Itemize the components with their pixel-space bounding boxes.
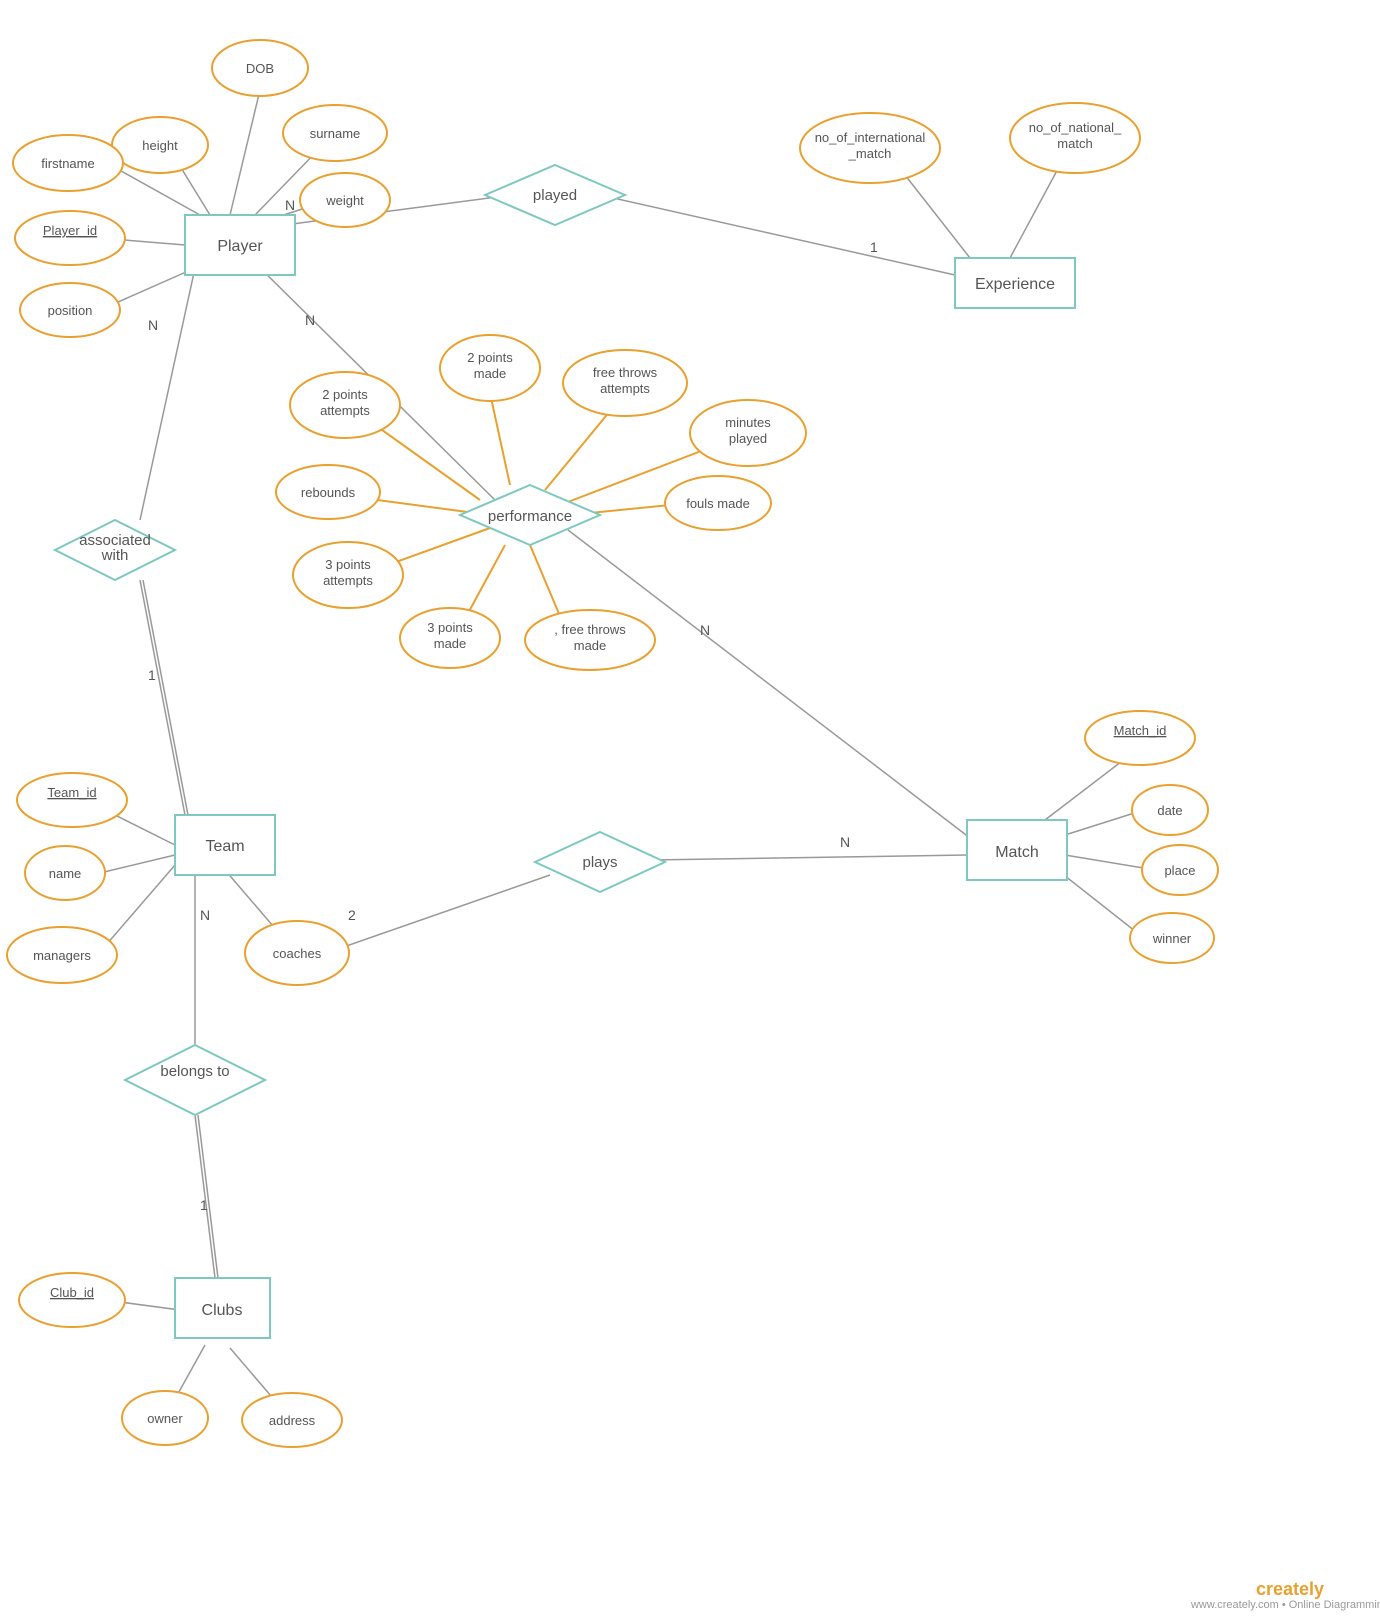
attr-ft-made-label2: made [574, 638, 607, 653]
attr-natl-match-label2: match [1057, 136, 1092, 151]
attr-club-id-label: Club_id [50, 1285, 94, 1300]
entity-match-label: Match [995, 844, 1039, 861]
attr-2pts-made-label: 2 points [467, 350, 513, 365]
attr-fouls-label: fouls made [686, 496, 750, 511]
cardinality-n-belongs: N [200, 907, 210, 923]
attr-player-id [15, 211, 125, 265]
cardinality-1-assoc: 1 [148, 667, 156, 683]
attr-winner-label: winner [1152, 931, 1192, 946]
attr-2pts-made-label2: made [474, 366, 507, 381]
relation-performance-label: performance [488, 508, 572, 525]
attr-place-label: place [1164, 863, 1195, 878]
attr-owner-label: owner [147, 1411, 183, 1426]
attr-height-label: height [142, 138, 178, 153]
relation-associated-label2: with [101, 547, 129, 564]
watermark-creately: creately [1256, 1579, 1324, 1599]
attr-coaches-label: coaches [273, 946, 322, 961]
cardinality-1-belongs: 1 [200, 1197, 208, 1213]
attr-2pts-attempts-label: 2 points [322, 387, 368, 402]
attr-min-played-label2: played [729, 431, 767, 446]
attr-3pts-made-label: 3 points [427, 620, 473, 635]
attr-match-id-label: Match_id [1114, 723, 1167, 738]
attr-3pts-made-label2: made [434, 636, 467, 651]
attr-position-label: position [48, 303, 93, 318]
cardinality-n-assoc: N [148, 317, 158, 333]
cardinality-n-perf: N [305, 312, 315, 328]
cardinality-n-played: N [285, 197, 295, 213]
watermark-url: www.creately.com • Online Diagramming [1190, 1599, 1380, 1611]
attr-date-label: date [1157, 803, 1182, 818]
attr-club-id [19, 1273, 125, 1327]
attr-firstname-label: firstname [41, 156, 94, 171]
er-diagram: N 1 N 1 N N 2 N [0, 0, 1380, 1616]
entity-clubs-label: Clubs [202, 1302, 243, 1319]
attr-intl-match-label2: _match [848, 146, 892, 161]
attr-3pts-attempts-label: 3 points [325, 557, 371, 572]
cardinality-n-match: N [700, 622, 710, 638]
cardinality-n-plays: N [840, 834, 850, 850]
cardinality-1-experience: 1 [870, 239, 878, 255]
attr-address-label: address [269, 1413, 316, 1428]
entity-experience-label: Experience [975, 276, 1055, 293]
cardinality-2-coaches: 2 [348, 907, 356, 923]
attr-3pts-attempts-label2: attempts [323, 573, 373, 588]
attr-match-id [1085, 711, 1195, 765]
relation-plays-label: plays [582, 854, 617, 871]
attr-min-played-label: minutes [725, 415, 771, 430]
relation-played-label: played [533, 187, 577, 204]
attr-weight-label: weight [325, 193, 364, 208]
attr-surname-label: surname [310, 126, 361, 141]
attr-dob-label: DOB [246, 61, 274, 76]
relation-belongs-label: belongs to [160, 1063, 229, 1080]
attr-ft-made-label: , free throws [554, 622, 626, 637]
entity-team-label: Team [205, 838, 244, 855]
attr-rebounds-label: rebounds [301, 485, 356, 500]
attr-ft-attempts-label: free throws [593, 365, 658, 380]
entity-player-label: Player [217, 238, 263, 255]
attr-managers-label: managers [33, 948, 91, 963]
attr-ft-attempts-label2: attempts [600, 381, 650, 396]
attr-natl-match-label: no_of_national_ [1029, 120, 1122, 135]
attr-player-id-label: Player_id [43, 223, 97, 238]
attr-team-id [17, 773, 127, 827]
attr-intl-match-label: no_of_international [815, 130, 926, 145]
attr-name-label: name [49, 866, 82, 881]
attr-team-id-label: Team_id [47, 785, 96, 800]
attr-2pts-attempts-label2: attempts [320, 403, 370, 418]
